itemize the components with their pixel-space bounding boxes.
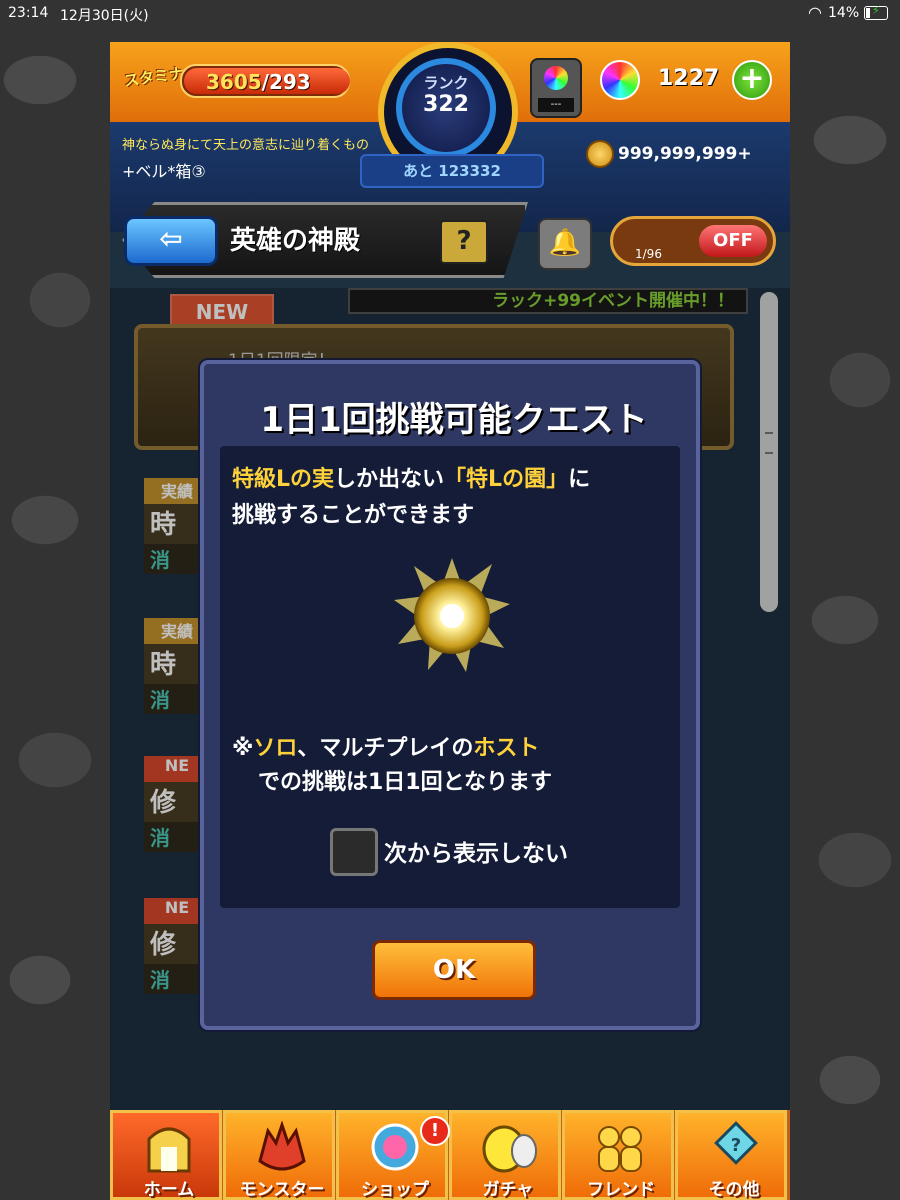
- rank-value: 322: [423, 92, 469, 117]
- tab-other[interactable]: ? その他: [675, 1110, 787, 1200]
- status-bar: 23:14 12月30日(火) ◠ 14% ⚡: [0, 0, 900, 26]
- ok-button[interactable]: OK: [372, 940, 536, 1000]
- desc-highlight: 「特Lの園」: [444, 467, 569, 492]
- tab-label: ショップ: [361, 1180, 429, 1200]
- tab-monster[interactable]: モンスター: [223, 1110, 335, 1200]
- bell-button[interactable]: 🔔: [538, 218, 592, 270]
- tab-label: モンスター: [239, 1180, 325, 1200]
- note-text: での挑戦は1日1回となります: [258, 770, 552, 795]
- gacha-icon: [482, 1125, 537, 1173]
- wifi-icon: ◠: [808, 3, 822, 22]
- rank-label: ランク: [423, 74, 469, 92]
- special-fruit-icon: [394, 558, 510, 672]
- page-title: 英雄の神殿: [230, 226, 361, 256]
- quest-dialog: 1日1回挑戦可能クエスト 特級Lの実しか出ない「特Lの園」に 挑戦することができ…: [200, 360, 700, 1030]
- battery-percent: 14%: [828, 5, 860, 21]
- tab-label: フレンド: [587, 1180, 655, 1200]
- status-date: 12月30日(火): [60, 8, 149, 24]
- orb-slot-value: ---: [538, 98, 574, 112]
- other-icon: ?: [714, 1121, 758, 1165]
- tab-label: ガチャ: [482, 1180, 534, 1200]
- rank-next-exp: あと 123332: [360, 154, 544, 188]
- player-name: +ベル*箱③: [122, 162, 206, 181]
- stamina-max: /293: [261, 70, 311, 94]
- orb-icon: [600, 60, 640, 100]
- auto-toggle[interactable]: 1/96 OFF: [610, 216, 776, 266]
- player-title: 神ならぬ身にて天上の意志に辿り着くもの: [122, 138, 370, 153]
- auto-off-label: OFF: [699, 225, 767, 257]
- dialog-note: ※ソロ、マルチプレイのホスト での挑戦は1日1回となります: [232, 732, 672, 800]
- stamina-current: 3605: [206, 70, 262, 94]
- desc-text: 挑戦することができます: [232, 503, 475, 528]
- back-button[interactable]: ⇦: [124, 216, 218, 266]
- coin-count: 999,999,999+: [618, 144, 752, 164]
- monster-icon: [258, 1121, 306, 1171]
- tab-friend[interactable]: フレンド: [562, 1110, 674, 1200]
- svg-text:?: ?: [731, 1135, 741, 1156]
- dialog-description: 特級Lの実しか出ない「特Lの園」に 挑戦することができます: [232, 462, 672, 534]
- stamina-text: 3605/293: [206, 70, 311, 94]
- battery-icon: ⚡: [864, 4, 888, 20]
- auto-count: 1/96: [635, 247, 662, 261]
- desc-text: に: [568, 467, 591, 492]
- tab-gacha[interactable]: ガチャ: [449, 1110, 561, 1200]
- back-arrow-icon: ⇦: [159, 222, 183, 255]
- bottom-nav: ホーム モンスター ショップ ガチャ フレンド ? その他: [110, 1110, 790, 1200]
- tab-home[interactable]: ホーム: [110, 1110, 222, 1200]
- dialog-panel: 特級Lの実しか出ない「特Lの園」に 挑戦することができます ※ソロ、マルチプレイ…: [220, 446, 680, 908]
- desc-text: しか出ない: [334, 467, 445, 492]
- note-highlight: ソロ: [253, 736, 298, 761]
- orb-count: 1227: [658, 66, 720, 91]
- note-text: 、マルチプレイの: [297, 736, 474, 761]
- dont-show-label[interactable]: 次から表示しない: [384, 834, 568, 868]
- friend-icon: [598, 1126, 642, 1172]
- status-time: 23:14: [8, 5, 49, 21]
- nav-bar: ⇦ 英雄の神殿 ? 🔔 1/96 OFF: [110, 202, 790, 288]
- shop-badge: !: [420, 1116, 450, 1146]
- desc-highlight: 特級Lの実: [232, 467, 335, 492]
- coin-icon: [586, 140, 614, 168]
- help-button[interactable]: ?: [440, 220, 488, 264]
- note-text: ※: [232, 736, 254, 761]
- orb-machine-icon[interactable]: ---: [530, 58, 582, 118]
- orb-shop-icon: [371, 1123, 419, 1171]
- note-highlight: ホスト: [473, 736, 540, 761]
- bell-icon: 🔔: [548, 228, 582, 258]
- home-gate-icon: [147, 1127, 191, 1173]
- tab-label: その他: [708, 1180, 760, 1200]
- tab-label: ホーム: [143, 1180, 195, 1200]
- dont-show-checkbox[interactable]: [330, 828, 378, 876]
- dialog-title: 1日1回挑戦可能クエスト: [260, 400, 648, 440]
- buy-orb-button[interactable]: +: [732, 60, 772, 100]
- orb-gem-icon: [544, 66, 568, 90]
